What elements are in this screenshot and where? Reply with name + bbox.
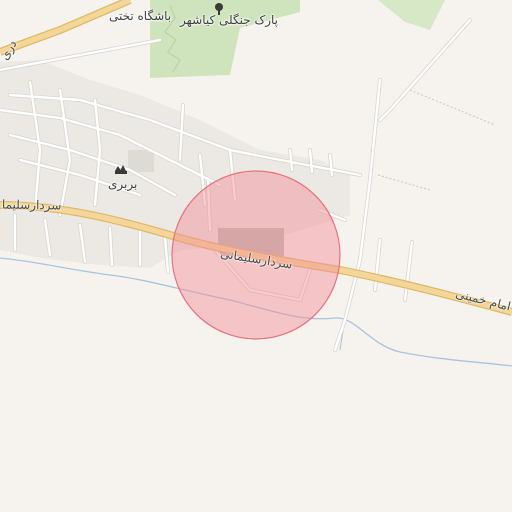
club-label: باشگاه تختی — [109, 9, 172, 23]
village-label: بربری — [108, 177, 138, 191]
village-icon — [115, 165, 127, 174]
park-label: پارک جنگلی کیاشهر — [180, 13, 278, 27]
map-canvas[interactable]: پارک جنگلی کیاشهر باشگاه تختی بربری سردا… — [0, 0, 512, 512]
road-label-west: سردارسلیما — [1, 197, 62, 213]
